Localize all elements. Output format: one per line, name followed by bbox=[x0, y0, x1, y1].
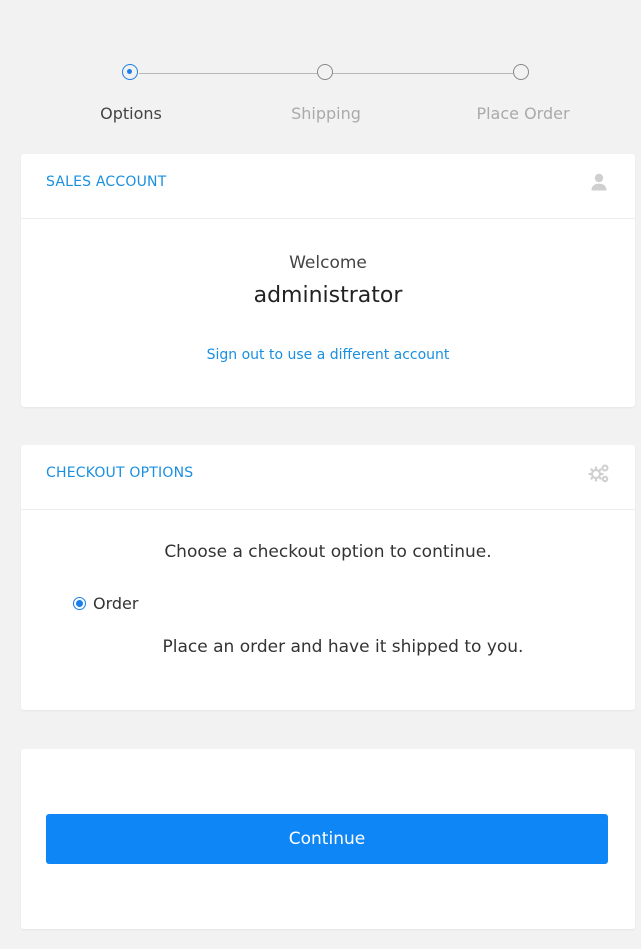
welcome-text: Welcome bbox=[289, 253, 367, 273]
gears-icon bbox=[588, 464, 609, 483]
sign-out-link[interactable]: Sign out to use a different account bbox=[21, 347, 635, 363]
account-username: administrator bbox=[253, 283, 403, 308]
sales-account-card: SALES ACCOUNT Welcome administrator Sign… bbox=[21, 154, 635, 407]
checkout-options-card: CHECKOUT OPTIONS Choose a checkout optio… bbox=[21, 445, 635, 710]
order-radio-button[interactable] bbox=[73, 597, 86, 610]
order-option[interactable]: Order bbox=[73, 594, 138, 613]
step-place-order-label: Place Order bbox=[476, 104, 570, 123]
checkout-prompt: Choose a checkout option to continue. bbox=[164, 542, 492, 562]
order-option-label: Order bbox=[93, 594, 139, 613]
sales-account-title: SALES ACCOUNT bbox=[46, 174, 167, 190]
step-options-label: Options bbox=[100, 104, 162, 123]
step-place-order-indicator bbox=[513, 64, 529, 80]
user-icon bbox=[591, 173, 607, 191]
order-option-description: Place an order and have it shipped to yo… bbox=[162, 637, 524, 657]
continue-card: Continue bbox=[21, 749, 635, 929]
step-shipping-indicator bbox=[317, 64, 333, 80]
checkout-options-header: CHECKOUT OPTIONS bbox=[21, 445, 635, 510]
step-shipping-label: Shipping bbox=[291, 104, 361, 123]
step-options-indicator bbox=[122, 64, 138, 80]
checkout-options-title: CHECKOUT OPTIONS bbox=[46, 465, 194, 481]
continue-button[interactable]: Continue bbox=[46, 814, 608, 864]
sales-account-header: SALES ACCOUNT bbox=[21, 154, 635, 219]
checkout-stepper: Options Shipping Place Order bbox=[0, 60, 641, 130]
